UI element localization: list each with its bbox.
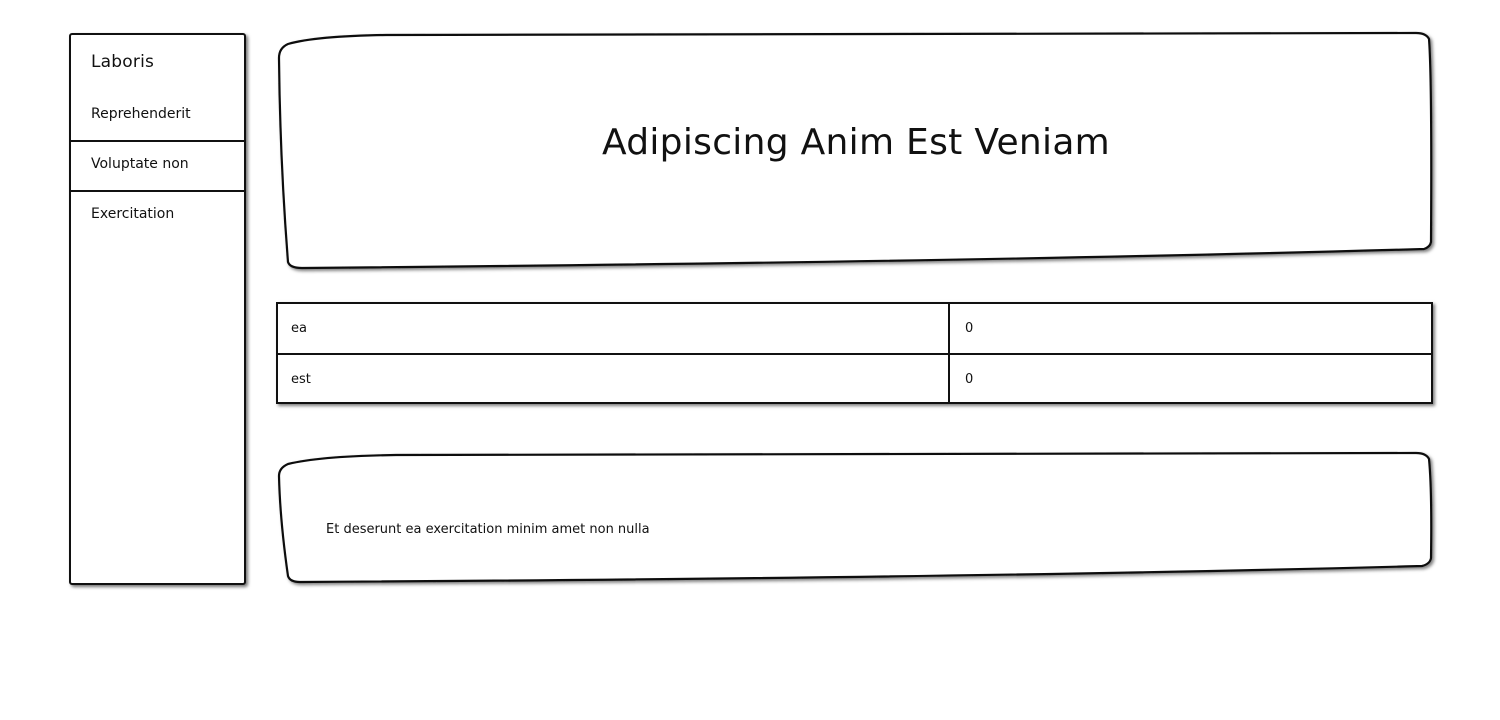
- table-cell-name: ea: [278, 304, 950, 353]
- note-card-border: [277, 451, 1433, 584]
- table-row: ea 0: [278, 304, 1431, 355]
- table-cell-value: 0: [952, 304, 1431, 353]
- cell-text: ea: [291, 321, 307, 336]
- table-cell-value: 0: [952, 355, 1431, 404]
- hero-card: Adipiscing Anim Est Veniam: [276, 30, 1436, 274]
- sidebar-item-label: Voluptate non: [91, 156, 189, 172]
- data-table: ea 0 est 0: [276, 302, 1433, 404]
- sidebar: Laboris Reprehenderit Voluptate non Exer…: [69, 33, 246, 585]
- cell-text: 0: [965, 321, 974, 336]
- cell-text: 0: [965, 372, 974, 387]
- page-title: Adipiscing Anim Est Veniam: [601, 122, 1111, 163]
- sidebar-item-exercitation[interactable]: Exercitation: [71, 192, 244, 242]
- note-card: Et deserunt ea exercitation minim amet n…: [276, 450, 1436, 586]
- sidebar-item-label: Reprehenderit: [91, 106, 191, 122]
- table-cell-name: est: [278, 355, 950, 404]
- cell-text: est: [291, 372, 311, 387]
- sidebar-title: Laboris: [91, 52, 155, 72]
- sidebar-item-reprehenderit[interactable]: Reprehenderit: [71, 92, 244, 142]
- table-row: est 0: [278, 355, 1431, 404]
- sidebar-item-label: Exercitation: [91, 206, 175, 222]
- note-text: Et deserunt ea exercitation minim amet n…: [326, 522, 650, 537]
- sidebar-item-voluptate-non[interactable]: Voluptate non: [71, 142, 244, 192]
